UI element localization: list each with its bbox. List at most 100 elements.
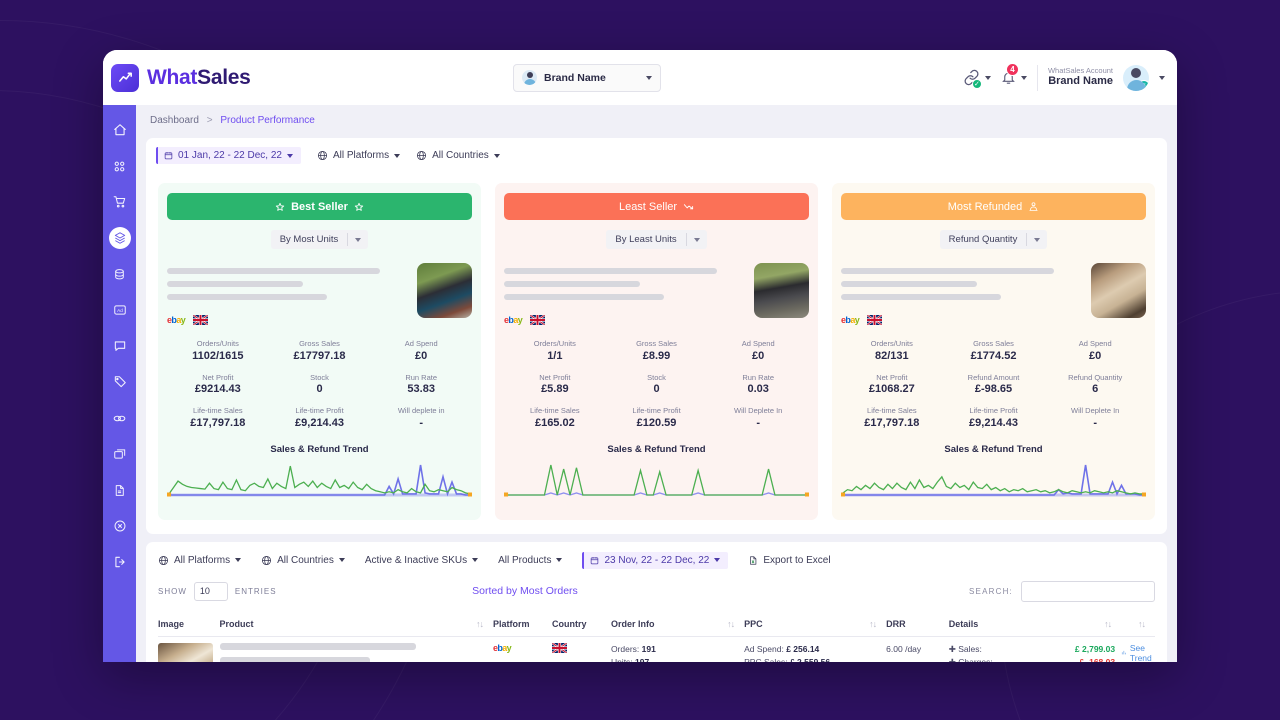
sort-select-least-seller[interactable]: By Least Units [606,230,707,249]
col-details[interactable]: Details ↑↓ [948,611,1122,637]
sort-arrows-icon[interactable]: ↑↓ [727,619,735,629]
card-sort-wrap-refund: Refund Quantity [841,230,1146,249]
card-best-seller: Best Seller By Most Units ebay Orders/Un… [158,183,481,520]
filter-platforms[interactable]: All Platforms [317,150,401,161]
export-to-excel-button[interactable]: Export to Excel [748,555,831,566]
card-sort-wrap-least: By Least Units [504,230,809,249]
col-order-info[interactable]: Order Info ↑↓ [610,611,745,637]
account-info: WhatSales Account Brand Name [1048,66,1113,89]
sidebar-item-payments[interactable] [109,443,131,465]
col-country: Country [552,611,611,637]
card-header-least-seller: Least Seller [504,193,809,220]
product-summary-least: ebay [504,263,809,325]
sidebar-item-orders[interactable] [109,191,131,213]
see-trend-link[interactable]: See Trend [1121,643,1155,662]
stat-value: - [419,416,424,429]
col-ppc[interactable]: PPC ↑↓ [744,611,887,637]
filter-countries[interactable]: All Countries [416,150,500,161]
col-image-label: Image [158,618,185,629]
sort-select-most-refunded[interactable]: Refund Quantity [939,230,1048,249]
chevron-down-icon[interactable] [1159,75,1165,80]
product-summary-best: ebay [167,263,472,325]
sidebar-item-settings[interactable] [109,515,131,537]
trend-chart-least [504,461,809,508]
table-row[interactable]: ebay Orders: 191 Units: 197 Ad Spend: £ … [158,636,1155,662]
trend-title-refund: Sales & Refund Trend [944,443,1043,455]
sidebar-item-dashboard[interactable] [109,155,131,177]
sidebar-item-reports[interactable] [109,479,131,501]
cell-image [158,636,220,662]
col-product[interactable]: Product ↑↓ [219,611,493,637]
sidebar-item-inventory[interactable] [109,263,131,285]
brand-selector[interactable]: Brand Name [513,63,661,92]
sidebar-item-advertising[interactable]: Ad [109,299,131,321]
sidebar-item-pricing[interactable] [109,371,131,393]
top-filter-bar: 01 Jan, 22 - 22 Dec, 22 All Platforms Al… [146,138,1167,173]
table-filter-date-range[interactable]: 23 Nov, 22 - 22 Dec, 22 [582,551,729,569]
sidebar-item-links[interactable] [109,407,131,429]
sidebar-item-home[interactable] [109,119,131,141]
sidebar-item-product-performance[interactable] [108,227,131,249]
sort-select-label: By Most Units [279,234,339,245]
table-filter-skus[interactable]: Active & Inactive SKUs [365,555,479,566]
expand-icon[interactable]: ✚ [949,657,956,662]
sort-arrows-icon[interactable]: ↑↓ [1138,619,1146,629]
stat-label: Will deplete in [397,406,445,416]
sort-arrows-icon[interactable]: ↑↓ [476,619,484,629]
stat-value: £120.59 [636,416,677,429]
sort-arrows-icon[interactable]: ↑↓ [869,619,877,629]
stat-label: Will Deplete In [1071,406,1120,416]
card-header-most-refunded: Most Refunded [841,193,1146,220]
filter-date-range[interactable]: 01 Jan, 22 - 22 Dec, 22 [156,147,301,164]
main-content: Dashboard > Product Performance 01 Jan, … [136,105,1177,662]
sidebar-item-logout[interactable] [109,551,131,573]
card-least-seller: Least Seller By Least Units ebay Orders/… [495,183,818,520]
filter-date-range-label: 01 Jan, 22 - 22 Dec, 22 [178,150,282,161]
stat-label: Ad Spend [1078,339,1112,348]
link-chain-button[interactable]: ✓ [963,69,991,89]
card-header-best-seller: Best Seller [167,193,472,220]
breadcrumb-root[interactable]: Dashboard [150,115,199,126]
chevron-down-icon [714,558,721,563]
ebay-logo-icon: ebay [492,642,512,653]
chart-arrow-icon [111,63,139,92]
row-thumbnail [158,642,213,662]
app-window: WhatSales Brand Name ✓ 4 WhatSales Accou… [103,50,1177,662]
search-label: SEARCH: [969,586,1013,596]
search-input[interactable] [1020,580,1155,602]
stat-label: Life-time Sales [530,406,580,416]
product-name-placeholder: ebay [504,263,746,325]
refund-person-icon [1029,202,1038,212]
star-icon [354,202,364,211]
table-filter-countries[interactable]: All Countries [261,555,345,566]
table-filter-platforms-label: All Platforms [174,554,231,566]
chevron-down-icon [984,75,991,80]
table-filter-platforms[interactable]: All Platforms [158,554,242,566]
stat-label: Stock [647,372,666,382]
cell-platform: ebay [493,636,552,662]
filter-platforms-label: All Platforms [332,150,390,161]
stat-value: 1102/1615 [192,349,244,362]
app-logo[interactable]: WhatSales [103,63,408,92]
stat-label: Gross Sales [299,339,340,348]
table-filter-countries-label: All Countries [277,554,334,566]
stat-value: 0 [316,383,323,396]
sidebar-item-messages[interactable] [109,335,131,357]
card-stats-refund: Orders/Units 82/131 Net Profit £1068.27 Li… [841,339,1146,440]
cell-drr: 6.00 /day [886,643,922,654]
expand-icon[interactable]: ✚ [949,644,956,654]
entries-count-input[interactable] [193,581,228,601]
orders-label: Orders: [610,643,640,654]
col-trend[interactable]: ↑↓ [1121,611,1155,637]
cell-trend[interactable]: See Trend [1121,636,1155,662]
notification-button[interactable]: 4 [1001,63,1027,85]
stat-label: Gross Sales [973,339,1014,348]
table-filter-products[interactable]: All Products [498,555,563,566]
stat-value: £17,797.18 [190,416,246,429]
user-avatar-icon[interactable]: ⚷ [1123,64,1149,91]
stat-label: Gross Sales [636,339,677,348]
sort-arrows-icon[interactable]: ↑↓ [1104,619,1112,629]
sort-select-best-seller[interactable]: By Most Units [270,230,369,249]
cell-order-info: Orders: 191 Units: 197 [611,636,744,662]
see-trend-label: See Trend [1129,642,1152,662]
